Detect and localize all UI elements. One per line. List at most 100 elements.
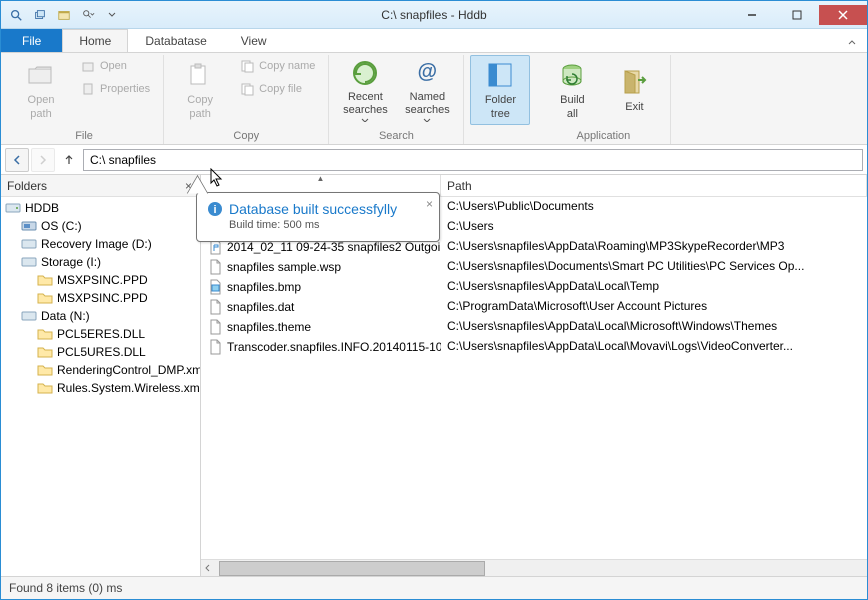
copy-file-icon [239,81,255,97]
exit-button[interactable]: Exit [604,55,664,125]
status-text: Found 8 items (0) ms [9,581,122,595]
tab-database[interactable]: Databatase [128,29,223,52]
tab-file[interactable]: File [1,29,62,52]
folder-icon [37,272,53,288]
list-body[interactable]: C:\Users\Public\DocumentsC:\Users2014_02… [201,197,867,559]
tree-item[interactable]: Recovery Image (D:) [1,235,200,253]
ribbon-tabstrip: File Home Databatase View [1,29,867,53]
cell-path: C:\Users\snapfiles\AppData\Roaming\MP3Sk… [441,238,867,256]
tree-item[interactable]: PCL5URES.DLL [1,343,200,361]
folder-tree[interactable]: HDDB OS (C:) Recovery Image (D:) Storage… [1,197,200,576]
exit-icon [618,66,650,98]
list-row[interactable]: snapfiles.datC:\ProgramData\Microsoft\Us… [201,297,867,317]
ribbon-group-folder-tree: Folder tree [464,55,536,144]
tooltip-title-text: Database built successfylly [229,201,397,217]
back-button[interactable] [5,148,29,172]
cell-path: C:\Users\snapfiles\AppData\Local\Movavi\… [441,338,867,356]
tree-item[interactable]: MSXPSINC.PPD [1,271,200,289]
cell-path: C:\Users\snapfiles\Documents\Smart PC Ut… [441,258,867,276]
navigation-bar: C:\ snapfiles [1,145,867,175]
ribbon-collapse-icon[interactable] [837,34,867,52]
build-all-icon [556,59,588,91]
folder-tree-button[interactable]: Folder tree [470,55,530,125]
cell-path: C:\Users [441,218,867,236]
tree-item[interactable]: RenderingControl_DMP.xml [1,361,200,379]
scrollbar-thumb[interactable] [219,561,485,576]
list-row[interactable]: Transcoder.snapfiles.INFO.20140115-100..… [201,337,867,357]
close-button[interactable] [819,5,867,25]
folder-icon [37,362,53,378]
maximize-button[interactable] [774,5,819,25]
restore-window-icon[interactable] [29,5,51,25]
file-icon [207,339,223,355]
ribbon-group-application: Build all Exit Application [536,55,671,144]
folders-pane: Folders × HDDB OS (C:) Recovery Image (D… [1,175,201,576]
folder-icon [37,290,53,306]
horizontal-scrollbar[interactable] [201,559,867,576]
app-window: C:\ snapfiles - Hddb File Home Databatas… [0,0,868,600]
up-button[interactable] [57,148,81,172]
tree-item[interactable]: Rules.System.Wireless.xml [1,379,200,397]
tree-item[interactable]: Data (N:) [1,307,200,325]
tree-root[interactable]: HDDB [1,199,200,217]
copy-file-button[interactable]: Copy file [232,78,322,100]
file-icon [207,299,223,315]
search-icon[interactable] [5,5,27,25]
file-icon [207,319,223,335]
list-row[interactable]: snapfiles.bmpC:\Users\snapfiles\AppData\… [201,277,867,297]
properties-button[interactable]: Properties [73,78,157,100]
tab-view[interactable]: View [224,29,284,52]
cell-path: C:\Users\snapfiles\AppData\Local\Temp [441,278,867,296]
image-icon [207,279,223,295]
build-all-button[interactable]: Build all [542,55,602,125]
column-header-path[interactable]: Path [441,175,867,196]
copy-name-button[interactable]: Copy name [232,55,322,77]
tooltip-subtitle: Build time: 500 ms [207,219,429,231]
titlebar: C:\ snapfiles - Hddb [1,1,867,29]
svg-text:i: i [213,204,216,216]
window-title: C:\ snapfiles - Hddb [381,8,486,22]
copy-path-button[interactable]: Copy path [170,55,230,125]
drive-icon [21,236,37,252]
info-icon: i [207,201,223,217]
list-row[interactable]: snapfiles sample.wspC:\Users\snapfiles\D… [201,257,867,277]
minimize-button[interactable] [729,5,774,25]
tab-home[interactable]: Home [62,29,128,52]
cell-path: C:\Users\Public\Documents [441,198,867,216]
copy-path-icon [184,59,216,91]
ribbon-group-search: Recent searches @ Named searches Search [329,55,464,144]
build-success-tooltip: × i Database built successfylly Build ti… [196,192,440,242]
cell-name: snapfiles.bmp [201,278,441,296]
explorer-icon[interactable] [53,5,75,25]
recent-searches-icon [349,58,381,88]
statusbar: Found 8 items (0) ms [1,577,867,599]
open-button[interactable]: Open [73,55,157,77]
qat-dropdown-icon[interactable] [101,5,123,25]
properties-icon [80,81,96,97]
folders-header: Folders × [1,175,200,197]
open-path-icon [25,59,57,91]
open-path-button[interactable]: Open path [11,55,71,125]
file-icon [207,259,223,275]
search-dropdown-icon[interactable] [77,5,99,25]
copy-name-icon [239,58,255,74]
tree-item[interactable]: OS (C:) [1,217,200,235]
sort-ascending-icon: ▲ [317,174,325,183]
folder-tree-icon [484,59,516,91]
tooltip-close-icon[interactable]: × [426,197,433,211]
address-bar[interactable]: C:\ snapfiles [83,149,863,171]
tree-item[interactable]: MSXPSINC.PPD [1,289,200,307]
list-row[interactable]: snapfiles.themeC:\Users\snapfiles\AppDat… [201,317,867,337]
drive-icon [21,254,37,270]
folder-icon [37,380,53,396]
cell-name: snapfiles.theme [201,318,441,336]
svg-text:@: @ [418,61,438,83]
tree-item[interactable]: PCL5ERES.DLL [1,325,200,343]
tree-item[interactable]: Storage (I:) [1,253,200,271]
folder-icon [37,326,53,342]
named-searches-button[interactable]: @ Named searches [397,55,457,125]
ribbon-group-copy: Copy path Copy name Copy file Copy [164,55,329,144]
recent-searches-button[interactable]: Recent searches [335,55,395,125]
window-controls [729,5,867,25]
forward-button[interactable] [31,148,55,172]
